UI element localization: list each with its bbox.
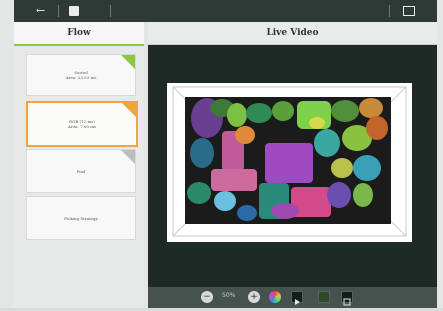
- step-name: Pool: [76, 168, 86, 174]
- step-status-corner: [121, 150, 135, 164]
- step-detail: Area: 7.00 ms: [67, 124, 97, 129]
- fullscreen-icon[interactable]: [341, 291, 353, 306]
- toolbar-divider: [389, 5, 390, 17]
- zoom-in-icon[interactable]: +: [248, 291, 260, 303]
- flow-step-sorted[interactable]: Sorted Area: 23.53 ms: [26, 54, 136, 96]
- segmentation-image: [167, 83, 412, 242]
- app-screen: ← Flow Sorted Area: 23.53 ms RGB (12 ms)…: [0, 0, 443, 308]
- step-status-corner: [122, 103, 136, 117]
- back-arrow-icon[interactable]: ←: [36, 4, 45, 18]
- video-controls-bar: − 50% +: [148, 287, 437, 308]
- flow-step-pool[interactable]: Pool: [26, 149, 136, 193]
- toolbar-divider: [110, 5, 111, 17]
- play-icon[interactable]: [291, 291, 303, 305]
- toolbar-divider: [58, 5, 59, 17]
- live-video-feed[interactable]: [167, 83, 412, 242]
- zoom-out-icon[interactable]: −: [201, 291, 213, 303]
- document-icon[interactable]: [69, 6, 79, 16]
- image-view-icon[interactable]: [318, 291, 330, 303]
- step-detail: Area: 23.53 ms: [65, 75, 97, 80]
- zoom-value: 50%: [222, 292, 236, 299]
- flow-step-picking-strategy[interactable]: Picking Strategy: [26, 196, 136, 240]
- grid-icon[interactable]: [403, 6, 415, 16]
- live-video-title: Live Video: [148, 22, 437, 45]
- flow-step-rgb[interactable]: RGB (12 ms) Area: 7.00 ms: [26, 101, 138, 147]
- top-toolbar: ←: [14, 0, 437, 22]
- step-status-corner: [121, 55, 135, 69]
- flow-panel-title: Flow: [14, 22, 144, 46]
- color-palette-icon[interactable]: [269, 291, 281, 303]
- step-name: Picking Strategy: [64, 215, 98, 221]
